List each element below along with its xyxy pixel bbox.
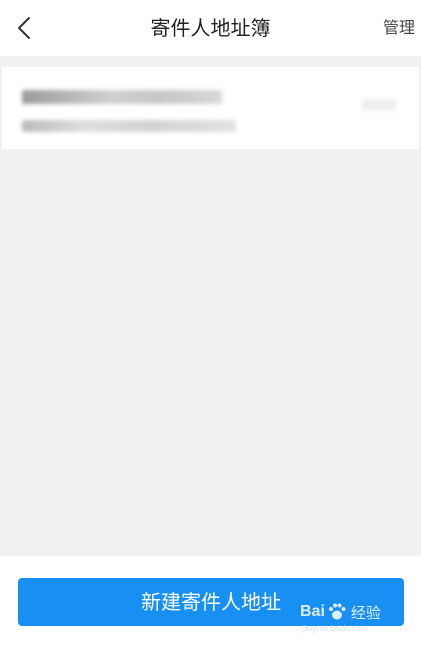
chevron-left-icon [18, 17, 30, 39]
manage-button[interactable]: 管理 [383, 0, 415, 56]
address-list-item[interactable] [2, 67, 419, 149]
blurred-name-phone [22, 90, 222, 104]
paw-icon [328, 603, 346, 620]
top-nav-bar: 寄件人地址簿 管理 [0, 0, 421, 56]
back-chevron-icon[interactable] [12, 14, 36, 42]
sender-address-book-screen: 寄件人地址簿 管理 新建寄件人地址 Bai 经验 jingyan.baidu.c… [0, 0, 421, 646]
blurred-edit-action [362, 99, 396, 111]
watermark-brand-suffix: 经验 [350, 603, 381, 622]
blurred-address [22, 120, 236, 132]
page-title: 寄件人地址簿 [150, 16, 271, 40]
watermark-url: jingyan.baidu.com [303, 624, 368, 633]
watermark-brand-prefix: Bai [300, 603, 325, 620]
